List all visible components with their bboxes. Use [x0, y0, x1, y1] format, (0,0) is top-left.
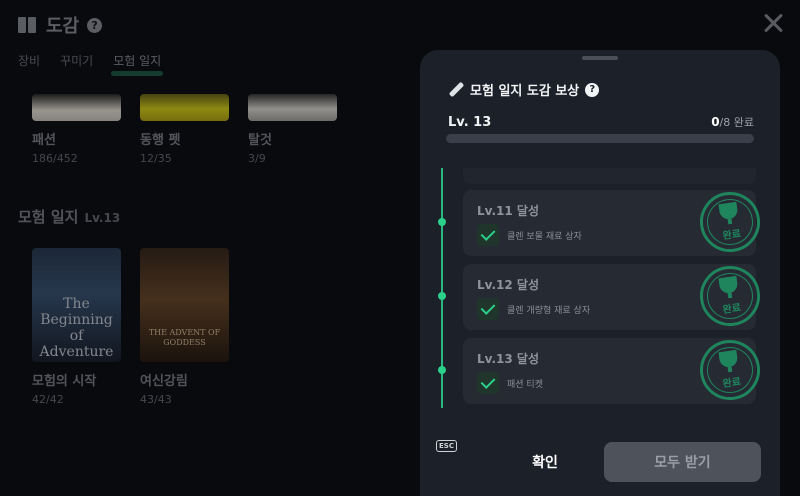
confirm-button[interactable]: 확인 [490, 442, 600, 482]
reward-title: Lv.11 달성 [477, 204, 540, 218]
check-icon [477, 224, 499, 246]
reward-detail: 클렌 보물 재료 상자 [477, 224, 582, 246]
trophy-icon [718, 349, 739, 369]
esc-key-hint: ESC [436, 440, 457, 452]
modal-help-icon[interactable]: ? [585, 82, 600, 97]
reward-modal: 모험 일지 도감 보상 ? Lv. 13 0/8 완료 Lv.11 달성 클렌 … [420, 50, 780, 496]
progress-bar [446, 134, 754, 143]
modal-title-text: 모험 일지 도감 보상 [470, 84, 580, 99]
progress-text: 0/8 완료 [711, 114, 754, 130]
level-label: Lv. 13 [448, 115, 492, 130]
reward-detail: 클렌 개량형 재료 상자 [477, 298, 590, 320]
stamp-label: 완료 [721, 302, 742, 317]
reward-item-name: 클렌 개량형 재료 상자 [507, 305, 591, 316]
reward-detail: 패션 티켓 [477, 372, 543, 394]
stamp-label: 완료 [721, 376, 742, 391]
reward-list[interactable]: Lv.11 달성 클렌 보물 재료 상자 완료 Lv.12 달성 클렌 개량형 … [420, 168, 780, 408]
completed-stamp: 완료 [696, 336, 764, 404]
drag-handle[interactable] [582, 56, 618, 60]
reward-item[interactable]: Lv.11 달성 클렌 보물 재료 상자 완료 [463, 188, 764, 256]
reward-title: Lv.13 달성 [477, 352, 540, 366]
stamp-label: 완료 [721, 228, 742, 243]
reward-title: Lv.12 달성 [477, 278, 540, 292]
completed-stamp: 완료 [696, 188, 764, 256]
reward-item-name: 패션 티켓 [507, 379, 543, 390]
brush-icon [448, 82, 464, 98]
progress-done: 0 [711, 115, 720, 129]
timeline-dot [438, 218, 446, 226]
modal-title: 모험 일지 도감 보상 ? [448, 80, 600, 99]
trophy-icon [718, 275, 739, 295]
timeline-dot [438, 292, 446, 300]
timeline-dot [438, 366, 446, 374]
reward-item[interactable]: Lv.12 달성 클렌 개량형 재료 상자 완료 [463, 262, 764, 330]
completed-stamp: 완료 [696, 262, 764, 330]
progress-total: /8 완료 [719, 116, 754, 129]
reward-item-name: 클렌 보물 재료 상자 [507, 231, 582, 242]
check-icon [477, 372, 499, 394]
reward-item-previous [463, 168, 756, 184]
reward-item[interactable]: Lv.13 달성 패션 티켓 완료 [463, 336, 764, 404]
trophy-icon [718, 201, 739, 221]
claim-all-button[interactable]: 모두 받기 [604, 442, 761, 482]
check-icon [477, 298, 499, 320]
level-row: Lv. 13 0/8 완료 [448, 114, 754, 130]
